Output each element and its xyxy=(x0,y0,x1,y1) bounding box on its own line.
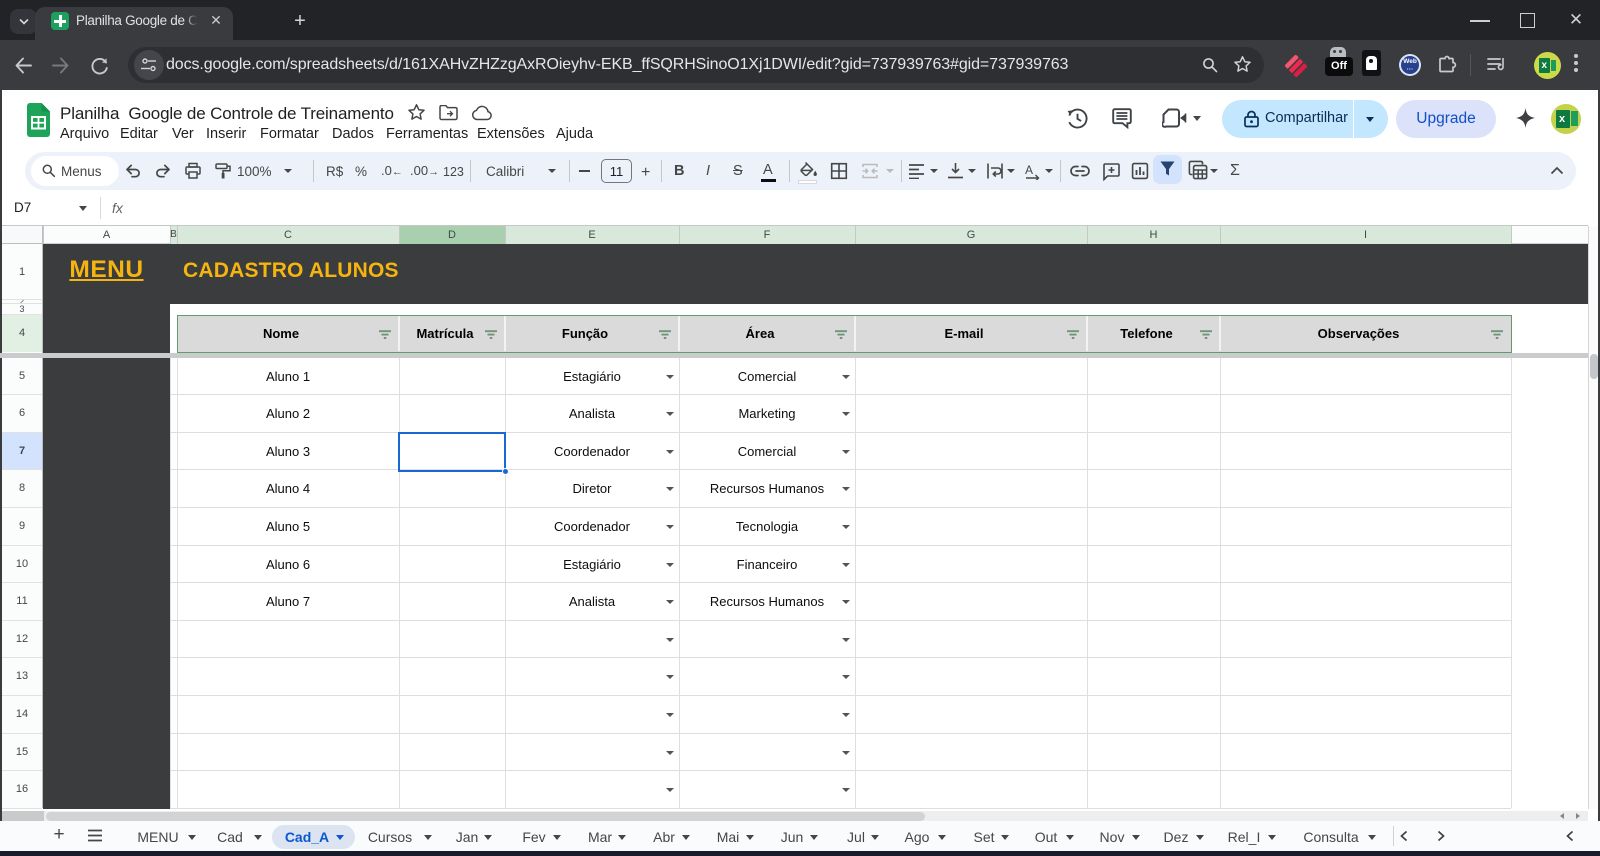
svg-text:A: A xyxy=(1025,163,1033,177)
